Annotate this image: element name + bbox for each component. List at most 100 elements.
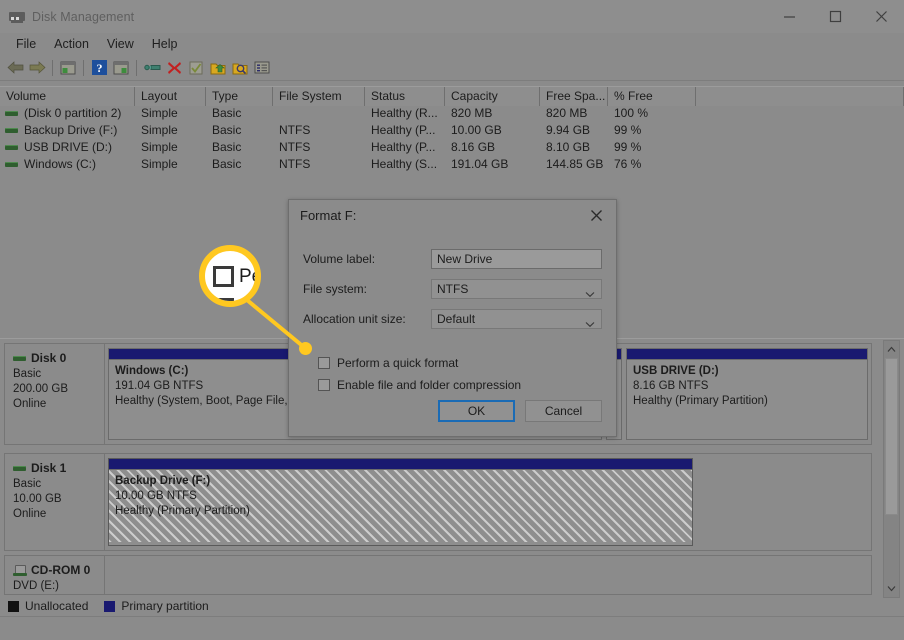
disk-management-icon [9, 9, 25, 25]
cell-capacity: 10.00 GB [445, 122, 540, 139]
magnifier-content: Pe [205, 251, 255, 301]
disk-info-cdrom-0: CD-ROM 0 DVD (E:) [5, 556, 105, 594]
show-hide-console-tree-icon[interactable] [57, 57, 79, 79]
detail-view-icon[interactable] [251, 57, 273, 79]
forward-arrow-icon[interactable] [26, 57, 48, 79]
disk-state: Online [13, 507, 104, 522]
partition-status: Healthy (Primary Partition) [633, 394, 861, 409]
legend-swatch-primary-partition [104, 601, 115, 612]
partition-backup-drive-f[interactable]: Backup Drive (F:) 10.00 GB NTFS Healthy … [108, 458, 693, 546]
dialog-body: Volume label: New Drive File system: NTF… [289, 231, 616, 396]
ok-button[interactable]: OK [438, 400, 515, 422]
disk-state: Online [13, 397, 104, 412]
disk-type: DVD (E:) [13, 579, 104, 594]
scroll-up-button[interactable] [884, 341, 899, 358]
graphical-pane-scrollbar[interactable] [883, 340, 900, 598]
table-row[interactable]: USB DRIVE (D:) Simple Basic NTFS Healthy… [0, 139, 904, 156]
quick-format-label: Perform a quick format [337, 356, 458, 370]
toolbar-separator [52, 60, 53, 76]
volume-icon [5, 128, 18, 133]
disk-size: 10.00 GB [13, 492, 104, 507]
properties-icon[interactable] [110, 57, 132, 79]
allocation-unit-size-select[interactable]: Default [431, 309, 602, 329]
partition-body: USB DRIVE (D:) 8.16 GB NTFS Healthy (Pri… [627, 360, 867, 409]
legend-item-unallocated: Unallocated [8, 599, 88, 613]
close-button[interactable] [858, 0, 904, 33]
scrollbar-thumb[interactable] [885, 358, 898, 515]
column-header-capacity[interactable]: Capacity [445, 87, 540, 106]
delete-icon[interactable] [163, 57, 185, 79]
title-bar: Disk Management [0, 0, 904, 33]
scroll-down-button[interactable] [884, 580, 899, 597]
maximize-button[interactable] [812, 0, 858, 33]
column-header-volume[interactable]: Volume [0, 87, 135, 106]
table-row[interactable]: (Disk 0 partition 2) Simple Basic Health… [0, 105, 904, 122]
disk-name: CD-ROM 0 [31, 563, 90, 578]
field-row-volume-label: Volume label: New Drive [303, 244, 602, 274]
column-header-free-space[interactable]: Free Spa... [540, 87, 608, 106]
cell-capacity: 8.16 GB [445, 139, 540, 156]
table-row[interactable]: Windows (C:) Simple Basic NTFS Healthy (… [0, 156, 904, 173]
menu-help[interactable]: Help [143, 35, 187, 53]
column-header-percent-free[interactable]: % Free [608, 87, 696, 106]
menu-view[interactable]: View [98, 35, 143, 53]
cell-volume-label: Backup Drive (F:) [24, 122, 117, 139]
volume-label-input[interactable]: New Drive [431, 249, 602, 269]
magnifier-callout: Pe [199, 245, 261, 307]
check-icon[interactable] [185, 57, 207, 79]
cell-percent-free: 99 % [608, 122, 696, 139]
disk-info-disk-0: Disk 0 Basic 200.00 GB Online [5, 344, 105, 444]
partition-size-fs: 10.00 GB NTFS [115, 489, 686, 504]
callout-endpoint-dot [299, 342, 312, 355]
column-header-status[interactable]: Status [365, 87, 445, 106]
cell-volume: (Disk 0 partition 2) [0, 105, 135, 122]
disk-icon [13, 466, 26, 471]
disk-partitions-cdrom-0 [105, 556, 871, 594]
cell-capacity: 820 MB [445, 105, 540, 122]
cell-status: Healthy (P... [365, 139, 445, 156]
dialog-title: Format F: [300, 208, 356, 223]
rescan-disks-icon[interactable] [141, 57, 163, 79]
help-icon[interactable]: ? [88, 57, 110, 79]
volume-list-rows: (Disk 0 partition 2) Simple Basic Health… [0, 105, 904, 173]
disk-row-disk-1[interactable]: Disk 1 Basic 10.00 GB Online Backup Driv… [4, 453, 872, 551]
cell-layout: Simple [135, 156, 206, 173]
menu-action[interactable]: Action [45, 35, 98, 53]
chevron-down-icon [585, 285, 595, 303]
cancel-button[interactable]: Cancel [525, 400, 602, 422]
cdrom-icon [13, 565, 27, 576]
cell-volume-label: (Disk 0 partition 2) [24, 105, 121, 122]
compression-checkbox[interactable] [318, 379, 330, 391]
partition-name: Backup Drive (F:) [115, 474, 686, 489]
checkbox-row-quick-format[interactable]: Perform a quick format [303, 352, 602, 374]
partition-size-fs: 8.16 GB NTFS [633, 379, 861, 394]
column-header-file-system[interactable]: File System [273, 87, 365, 106]
legend-label-unallocated: Unallocated [25, 599, 88, 613]
export-list-icon[interactable] [207, 57, 229, 79]
dialog-close-button[interactable] [576, 200, 616, 231]
cell-status: Healthy (R... [365, 105, 445, 122]
partition-usb-drive-d[interactable]: USB DRIVE (D:) 8.16 GB NTFS Healthy (Pri… [626, 348, 868, 440]
cell-volume: Backup Drive (F:) [0, 122, 135, 139]
search-icon[interactable] [229, 57, 251, 79]
disk-info-disk-1: Disk 1 Basic 10.00 GB Online [5, 454, 105, 550]
disk-row-cdrom-0[interactable]: CD-ROM 0 DVD (E:) [4, 555, 872, 595]
table-row[interactable]: Backup Drive (F:) Simple Basic NTFS Heal… [0, 122, 904, 139]
checkbox-row-compression[interactable]: Enable file and folder compression [303, 374, 602, 396]
file-system-select[interactable]: NTFS [431, 279, 602, 299]
partition-name: USB DRIVE (D:) [633, 364, 861, 379]
allocation-unit-size-value: Default [437, 312, 475, 326]
legend-item-primary-partition: Primary partition [104, 599, 208, 613]
partition-status: Healthy (Primary Partition) [115, 504, 686, 519]
menu-file[interactable]: File [7, 35, 45, 53]
column-header-layout[interactable]: Layout [135, 87, 206, 106]
quick-format-checkbox[interactable] [318, 357, 330, 369]
dialog-buttons: OK Cancel [438, 400, 602, 422]
svg-text:?: ? [96, 61, 102, 75]
legend-label-primary-partition: Primary partition [121, 599, 208, 613]
back-arrow-icon[interactable] [4, 57, 26, 79]
disk-title: CD-ROM 0 [13, 563, 104, 578]
minimize-button[interactable] [766, 0, 812, 33]
column-header-type[interactable]: Type [206, 87, 273, 106]
partition-bar [109, 459, 692, 470]
